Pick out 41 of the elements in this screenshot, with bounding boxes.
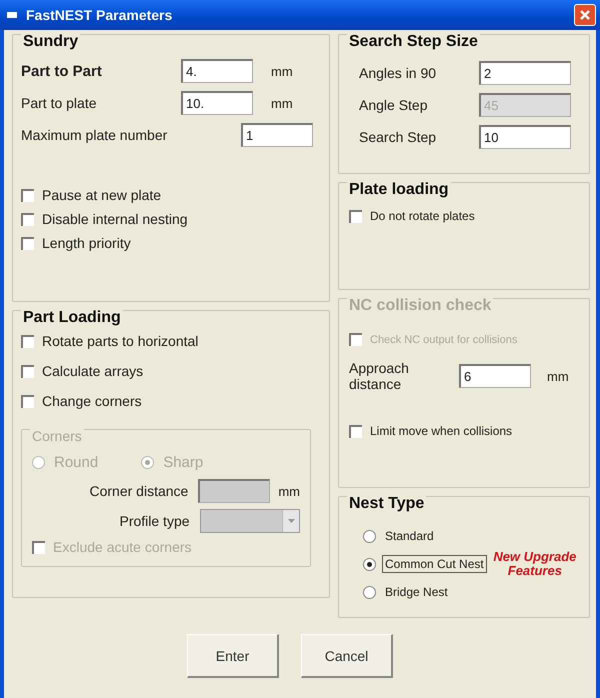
- group-title: Sundry: [21, 33, 80, 51]
- field-label: Profile type: [118, 513, 190, 529]
- close-icon: [579, 9, 591, 21]
- checkbox[interactable]: Change corners: [21, 393, 321, 409]
- group-title: Corners: [30, 428, 84, 444]
- checkbox[interactable]: Length priority: [21, 235, 321, 251]
- close-button[interactable]: [574, 4, 596, 26]
- checkbox[interactable]: Do not rotate plates: [349, 209, 579, 223]
- group-title: Nest Type: [347, 495, 426, 513]
- input-field[interactable]: 10: [479, 125, 571, 149]
- unit-label: mm: [271, 64, 293, 78]
- field-label: Angles in 90: [359, 65, 438, 81]
- field-label: Maximum plate number: [21, 127, 168, 143]
- promo-text: New Upgrade Features: [492, 550, 578, 578]
- checkbox[interactable]: Rotate parts to horizontal: [21, 333, 321, 349]
- field-label: Angle Step: [359, 97, 428, 113]
- input-field[interactable]: 1: [241, 123, 313, 147]
- caret-icon: [288, 519, 294, 523]
- group-title: Plate loading: [347, 181, 451, 199]
- unit-label: mm: [547, 368, 569, 384]
- checkbox[interactable]: Pause at new plate: [21, 187, 321, 203]
- field-label: Part to plate: [21, 95, 98, 111]
- unit-label: mm: [278, 484, 300, 498]
- dialog-button[interactable]: Cancel: [301, 634, 393, 678]
- radio-button[interactable]: Bridge Nest: [363, 583, 487, 601]
- checkbox[interactable]: Disable internal nesting: [21, 211, 321, 227]
- field-label: Search Step: [359, 129, 438, 145]
- input-field[interactable]: 2: [479, 61, 571, 85]
- input-field[interactable]: 4.: [181, 59, 253, 83]
- group-title: Search Step Size: [347, 33, 480, 51]
- field-label: Corner distance: [88, 483, 188, 499]
- dialog-button[interactable]: Enter: [187, 634, 279, 678]
- checkbox[interactable]: Calculate arrays: [21, 363, 321, 379]
- unit-label: mm: [271, 96, 293, 110]
- window-title: FastNEST Parameters: [26, 7, 174, 23]
- field-label: Approach distance: [349, 360, 410, 392]
- app-icon: [6, 10, 18, 20]
- radio-button[interactable]: Standard: [363, 527, 487, 545]
- group-title: Part Loading: [21, 309, 123, 327]
- input-field[interactable]: 10.: [181, 91, 253, 115]
- field-label: Part to Part: [21, 62, 103, 80]
